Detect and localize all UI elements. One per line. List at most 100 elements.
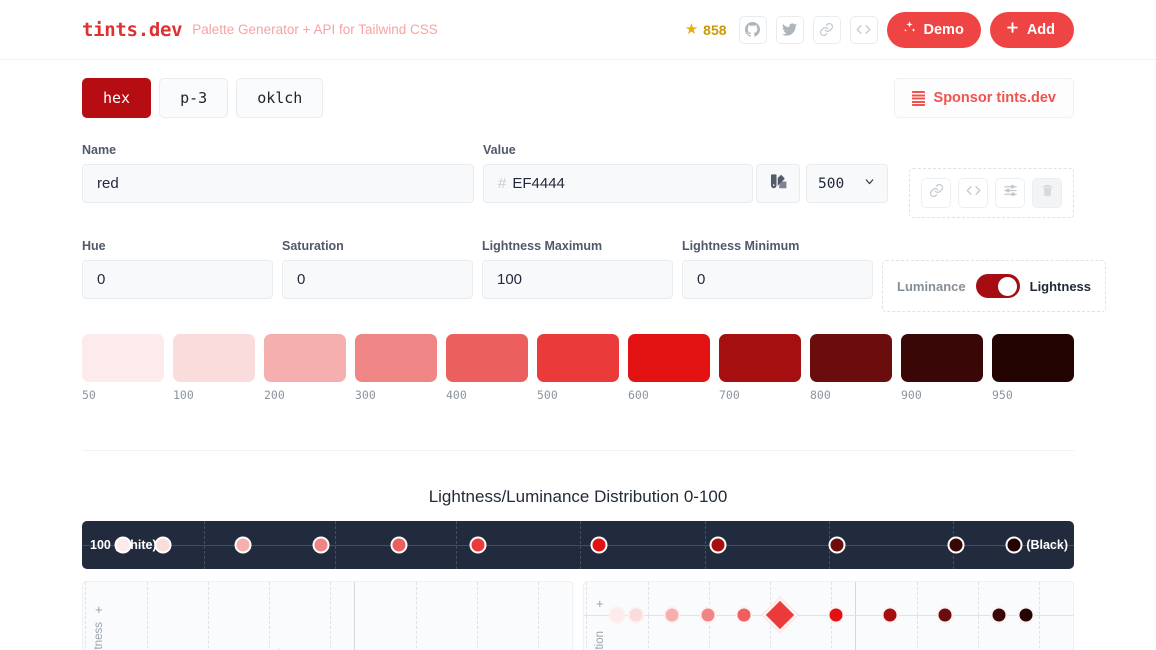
chart-point[interactable] [663,606,681,624]
distribution-point[interactable] [114,536,132,554]
distribution-point[interactable] [234,536,252,554]
chart-point[interactable] [1017,606,1035,624]
chart-point[interactable] [699,606,717,624]
copy-link-button[interactable] [921,178,951,208]
brand-logo[interactable]: tints.dev [82,19,183,41]
hue-input[interactable]: 0 [82,260,273,299]
chart-point[interactable] [735,606,753,624]
value-input-value: EF4444 [512,175,565,192]
palette-swatch-item[interactable]: 400 [446,334,528,402]
saturation-label: Saturation [282,239,344,253]
chart-point[interactable] [627,606,645,624]
palette-swatch-color[interactable] [355,334,437,382]
saturation-input[interactable]: 0 [282,260,473,299]
palette-swatch-item[interactable]: 950 [992,334,1074,402]
palette-swatch-color[interactable] [173,334,255,382]
tab-p3[interactable]: p-3 [159,78,229,118]
palette-swatch-color[interactable] [446,334,528,382]
twitter-icon-button[interactable] [775,15,804,44]
palette-swatch-item[interactable]: 50 [82,334,164,402]
name-label: Name [82,143,117,157]
palette-swatch-label: 700 [719,388,740,402]
lightness-max-input[interactable]: 100 [482,260,673,299]
view-code-button[interactable] [958,178,988,208]
distribution-point[interactable] [947,536,965,554]
sponsor-label: Sponsor tints.dev [933,90,1056,106]
lightness-chart[interactable]: + Lightness [82,581,573,650]
github-stars[interactable]: ★ 858 [685,22,727,38]
palette-swatch-label: 300 [355,388,376,402]
value-controls: # EF4444 500 [483,164,888,203]
palette-swatch-color[interactable] [537,334,619,382]
github-icon-button[interactable] [738,15,767,44]
chart-point[interactable] [990,606,1008,624]
tab-hex[interactable]: hex [82,78,152,118]
color-picker-button[interactable] [756,164,800,203]
code-icon-button[interactable] [849,15,878,44]
chart-gridline [586,582,588,650]
palette-swatch-label: 50 [82,388,96,402]
lightness-min-input-value: 0 [697,271,706,288]
palette-swatch-label: 600 [628,388,649,402]
distribution-point[interactable] [1005,536,1023,554]
palette-swatch-item[interactable]: 900 [901,334,983,402]
luminance-lightness-toggle[interactable] [975,274,1020,298]
chart-gridline [647,582,649,650]
sponsor-button[interactable]: Sponsor tints.dev [893,78,1074,118]
distribution-point[interactable] [709,536,727,554]
distribution-point[interactable] [469,536,487,554]
palette-swatch-label: 900 [901,388,922,402]
chart-highlight-marker[interactable] [761,596,799,634]
palette-swatch-color[interactable] [992,334,1074,382]
stop-select[interactable]: 500 [806,164,888,203]
palette-swatch-label: 200 [264,388,285,402]
distribution-point[interactable] [828,536,846,554]
name-field-group: Name red [82,143,474,203]
palette-swatch-item[interactable]: 800 [810,334,892,402]
palette-swatch-item[interactable]: 700 [719,334,801,402]
section-divider [82,450,1074,451]
palette-swatch-color[interactable] [719,334,801,382]
palette-swatch-color[interactable] [82,334,164,382]
distribution-point[interactable] [312,536,330,554]
distribution-point[interactable] [390,536,408,554]
name-input-value: red [97,175,119,192]
chart-gridline [146,582,148,650]
distribution-point[interactable] [154,536,172,554]
value-input[interactable]: # EF4444 [483,164,753,203]
palette-swatch-label: 950 [992,388,1013,402]
palette-swatch-item[interactable]: 600 [628,334,710,402]
hue-input-value: 0 [97,271,106,288]
chart-gridline [1038,582,1040,650]
chart-point[interactable] [827,606,845,624]
palette-swatch-item[interactable]: 200 [264,334,346,402]
chart-point[interactable] [881,606,899,624]
link-icon-button[interactable] [812,15,841,44]
palette-swatch-color[interactable] [901,334,983,382]
lightness-min-input[interactable]: 0 [682,260,873,299]
tab-oklch[interactable]: oklch [236,78,324,118]
distribution-point[interactable] [590,536,608,554]
chart-point[interactable] [608,606,626,624]
hash-prefix: # [498,175,507,192]
palette-swatch-color[interactable] [810,334,892,382]
palette-swatch-color[interactable] [264,334,346,382]
distribution-bar: 100 (White) (Black) [82,521,1074,569]
stop-select-value: 500 [818,175,845,192]
format-tabs: hex p-3 oklch Sponsor tints.dev [82,78,1074,118]
chart-gridline [85,582,87,650]
demo-button[interactable]: Demo [886,11,981,48]
distribution-gridline [455,521,457,569]
settings-button[interactable] [995,178,1025,208]
palette-swatch-item[interactable]: 500 [537,334,619,402]
add-button[interactable]: Add [989,11,1074,48]
palette-swatch-item[interactable]: 300 [355,334,437,402]
chart-point[interactable] [936,606,954,624]
palette-swatches: 50 100 200 300 400 500 600 700 800 900 950 [82,334,1074,402]
palette-swatch-item[interactable]: 100 [173,334,255,402]
palette-swatch-color[interactable] [628,334,710,382]
name-input[interactable]: red [82,164,474,203]
saturation-input-value: 0 [297,271,306,288]
saturation-chart[interactable]: + Saturation [583,581,1074,650]
star-count: 858 [703,21,727,38]
